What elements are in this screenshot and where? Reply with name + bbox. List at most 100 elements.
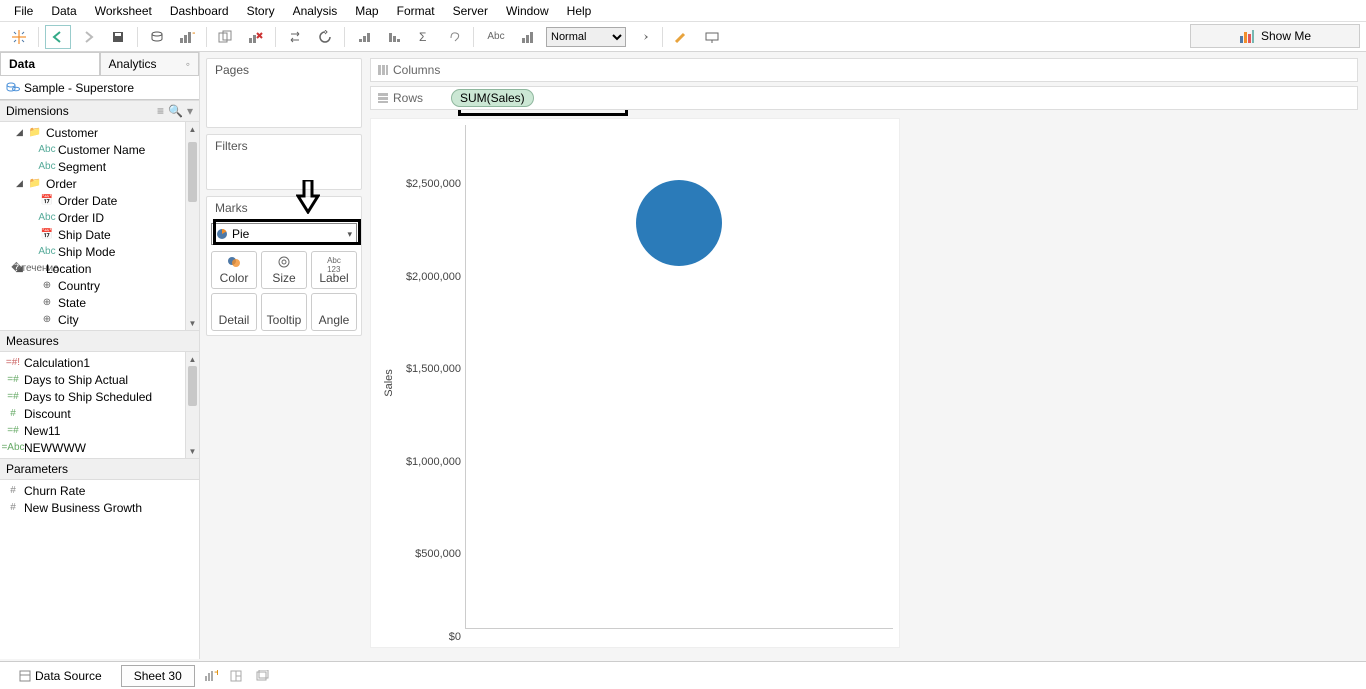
tab-datasource[interactable]: Data Source [6,665,115,687]
presentation-icon[interactable] [699,25,725,49]
fit-mode-select[interactable]: Normal [546,27,626,47]
field-days-sched[interactable]: =#Days to Ship Scheduled [0,388,199,405]
fit-icon[interactable] [516,25,542,49]
size-icon [278,256,290,270]
menu-analysis[interactable]: Analysis [285,2,346,20]
sort-asc-icon[interactable] [351,25,377,49]
field-discount[interactable]: #Discount [0,405,199,422]
field-ship-date[interactable]: 📅Ship Date [0,226,199,243]
field-ship-mode[interactable]: AbcShip Mode [0,243,199,260]
menu-map[interactable]: Map [347,2,386,20]
menu-worksheet[interactable]: Worksheet [87,2,160,20]
field-nbg[interactable]: #New Business Growth [0,499,199,516]
search-icon[interactable]: 🔍 [168,104,183,118]
pages-title: Pages [207,59,361,81]
pages-card[interactable]: Pages [206,58,362,128]
menu-format[interactable]: Format [389,2,443,20]
field-country[interactable]: ⊕Country [0,277,199,294]
globe-icon: ⊕ [40,297,54,308]
field-churn[interactable]: #Churn Rate [0,482,199,499]
field-order-date[interactable]: 📅Order Date [0,192,199,209]
menu-server[interactable]: Server [445,2,496,20]
tab-sheet-30[interactable]: Sheet 30 [121,665,195,687]
plot-area[interactable] [465,125,893,629]
detail-button[interactable]: Detail [211,293,257,331]
folder-icon: 📁 [28,178,42,189]
new-worksheet-icon[interactable]: + [174,25,200,49]
color-button[interactable]: Color [211,251,257,289]
toolbar: + Σ Abc Normal Show Me [0,22,1366,52]
columns-icon [377,64,389,76]
marks-card: Marks Pie ▾ Color Size Abc123Label Detai… [206,196,362,336]
abc-label-icon[interactable]: Abc [480,25,512,49]
dimensions-dropdown-icon[interactable]: ▾ [187,104,193,118]
marks-title: Marks [207,197,361,219]
refresh-icon[interactable] [312,25,338,49]
field-segment[interactable]: AbcSegment [0,158,199,175]
sum-sales-pill[interactable]: SUM(Sales) [451,89,534,107]
pie-mark[interactable] [636,180,722,266]
swap-icon[interactable] [282,25,308,49]
new-dashboard-icon[interactable] [227,667,247,685]
hierarchy-icon: �течение [28,263,42,274]
field-new11[interactable]: =#New11 [0,422,199,439]
parameters-header: Parameters [0,458,199,480]
rows-icon [377,92,389,104]
svg-text:+: + [214,670,218,679]
menu-data[interactable]: Data [43,2,84,20]
menu-file[interactable]: File [6,2,41,20]
duplicate-icon[interactable] [213,25,239,49]
tab-analytics[interactable]: Analytics◦ [100,52,200,75]
dimensions-header: Dimensions ≡ 🔍 ▾ [0,100,199,122]
tab-data[interactable]: Data [0,52,100,75]
back-icon[interactable] [45,25,71,49]
field-days-actual[interactable]: =#Days to Ship Actual [0,371,199,388]
dimensions-scrollbar[interactable]: ▲▼ [185,122,199,330]
field-customer-name[interactable]: AbcCustomer Name [0,141,199,158]
annotation-box-2 [213,219,361,245]
columns-shelf[interactable]: Columns [370,58,1358,82]
svg-text:Σ: Σ [419,30,426,44]
datasource-row[interactable]: Sample - Superstore [0,76,199,100]
y-tick: $0 [399,631,461,643]
field-order-id[interactable]: AbcOrder ID [0,209,199,226]
folder-order[interactable]: ◢📁Order [0,175,199,192]
measures-scrollbar[interactable]: ▲▼ [185,352,199,458]
show-me-button[interactable]: Show Me [1190,24,1360,48]
folder-location[interactable]: ◢�течениеLocation [0,260,199,277]
angle-button[interactable]: Angle [311,293,357,331]
field-calc1[interactable]: =#!Calculation1 [0,354,199,371]
dimensions-tree: ◢📁Customer AbcCustomer Name AbcSegment ◢… [0,122,199,330]
label-button[interactable]: Abc123Label [311,251,357,289]
folder-customer[interactable]: ◢📁Customer [0,124,199,141]
new-sheet-icon[interactable]: + [201,667,221,685]
attach-icon[interactable] [441,25,467,49]
menu-dashboard[interactable]: Dashboard [162,2,237,20]
y-axis-label: Sales [383,369,395,397]
tableau-logo-icon[interactable] [6,25,32,49]
tooltip-button[interactable]: Tooltip [261,293,307,331]
y-tick: $1,500,000 [399,363,461,375]
size-button[interactable]: Size [261,251,307,289]
menu-help[interactable]: Help [559,2,600,20]
forward-icon[interactable] [75,25,101,49]
new-story-icon[interactable] [253,667,273,685]
menu-window[interactable]: Window [498,2,557,20]
field-newww[interactable]: =AbcNEWWWW [0,439,199,456]
datasource-label: Sample - Superstore [24,81,134,95]
new-data-icon[interactable] [144,25,170,49]
datasource-tab-icon [19,670,31,682]
pin-icon[interactable] [630,25,656,49]
rows-shelf[interactable]: Rows SUM(Sales) [370,86,1358,110]
field-state[interactable]: ⊕State [0,294,199,311]
save-icon[interactable] [105,25,131,49]
field-city[interactable]: ⊕City [0,311,199,328]
dimensions-menu-icon[interactable]: ≡ [157,104,164,118]
sort-desc-icon[interactable] [381,25,407,49]
filters-card[interactable]: Filters [206,134,362,190]
measures-header: Measures [0,330,199,352]
menu-story[interactable]: Story [239,2,283,20]
clear-icon[interactable] [243,25,269,49]
totals-icon[interactable]: Σ [411,25,437,49]
highlight-icon[interactable] [669,25,695,49]
